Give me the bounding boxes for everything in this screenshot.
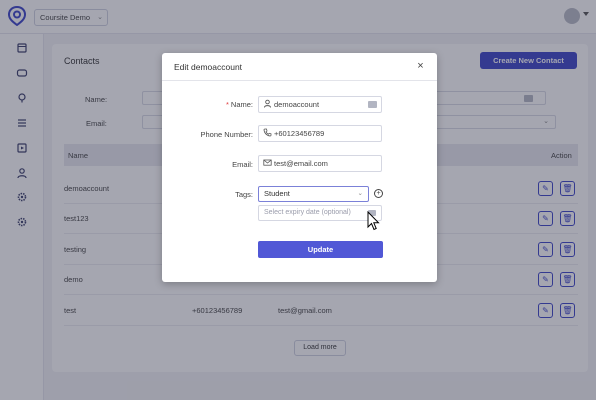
contact-card-icon[interactable]	[368, 101, 377, 108]
name-label: * Name:	[225, 100, 253, 109]
modal-header: Edit demoaccount ×	[162, 53, 437, 81]
expiry-placeholder: Select expiry date (optional)	[264, 209, 351, 216]
modal-title: Edit demoaccount	[174, 62, 243, 72]
email-label: Email:	[232, 160, 253, 169]
edit-contact-modal: Edit demoaccount × * Name: demoaccount Ph…	[162, 53, 437, 282]
tags-select[interactable]: Student ⌄	[258, 186, 369, 202]
mail-icon	[263, 159, 272, 166]
phone-label: Phone Number:	[200, 130, 253, 139]
mouse-cursor-icon	[367, 211, 380, 231]
add-tag-icon[interactable]: +	[374, 189, 383, 198]
email-field[interactable]: test@email.com	[258, 155, 382, 172]
update-button[interactable]: Update	[258, 241, 383, 258]
close-icon[interactable]: ×	[416, 61, 425, 72]
required-mark: *	[225, 100, 229, 109]
phone-value: +60123456789	[274, 129, 325, 138]
phone-icon	[263, 128, 272, 137]
phone-field[interactable]: +60123456789	[258, 125, 382, 142]
tags-label: Tags:	[235, 190, 253, 199]
user-icon	[264, 99, 271, 108]
expiry-date-input[interactable]: Select expiry date (optional)	[258, 205, 382, 221]
name-value: demoaccount	[274, 100, 320, 109]
tags-value: Student	[264, 189, 290, 198]
email-value: test@email.com	[274, 159, 328, 168]
chevron-down-icon: ⌄	[357, 190, 363, 197]
name-field[interactable]: demoaccount	[258, 96, 382, 113]
